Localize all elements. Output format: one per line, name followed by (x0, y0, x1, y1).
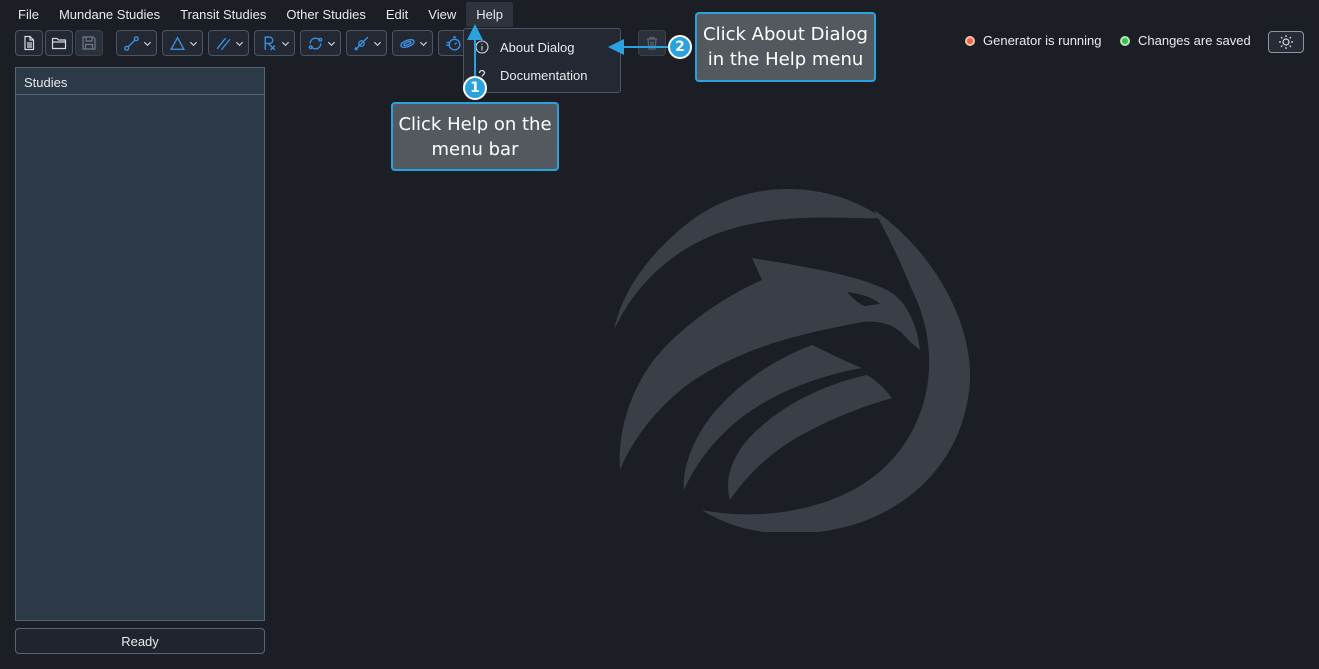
save-icon (82, 36, 96, 50)
step2-badge: 2 (668, 35, 692, 59)
open-folder-button[interactable] (45, 30, 73, 56)
about-dialog-label: About Dialog (500, 39, 575, 55)
menu-transit-studies[interactable]: Transit Studies (170, 2, 276, 27)
new-file-icon (24, 35, 35, 51)
chevron-down-icon (189, 41, 198, 46)
open-folder-icon (51, 37, 67, 50)
chevron-down-icon (143, 41, 152, 46)
status-bar: Ready (15, 628, 265, 654)
ring-icon (400, 38, 415, 48)
save-status-label: Changes are saved (1138, 33, 1251, 48)
triangle-dropdown[interactable] (162, 30, 203, 56)
step2-callout: Click About Dialog in the Help menu (695, 12, 876, 82)
step1-badge: 1 (463, 76, 487, 100)
parallel-lines-icon (216, 37, 231, 50)
chevron-down-icon (281, 41, 290, 46)
ring-dropdown[interactable] (392, 30, 433, 56)
retrograde-dropdown[interactable] (254, 30, 295, 56)
save-status-dot (1120, 35, 1130, 46)
menu-mundane-studies[interactable]: Mundane Studies (49, 2, 170, 27)
save-status: Changes are saved (1120, 33, 1251, 48)
cycle-icon (308, 37, 323, 49)
studies-header: Studies (16, 68, 264, 95)
eagle-logo-icon (614, 188, 971, 532)
menu-view[interactable]: View (418, 2, 466, 27)
trash-icon (647, 36, 657, 50)
step2-callout-text: Click About Dialog in the Help menu (703, 24, 868, 70)
cycle-dropdown[interactable] (300, 30, 341, 56)
info-icon (464, 40, 500, 54)
studies-panel: Studies (15, 67, 265, 621)
help-dropdown-menu: About Dialog Documentation (463, 28, 621, 93)
documentation-menu-item[interactable]: Documentation (464, 62, 620, 88)
chevron-down-icon (327, 41, 336, 46)
chevron-down-icon (373, 41, 382, 46)
planet-icon (354, 36, 369, 50)
sun-icon (1279, 35, 1293, 49)
step1-callout: Click Help on the menu bar (391, 102, 559, 171)
save-button[interactable] (75, 30, 103, 56)
about-dialog-menu-item[interactable]: About Dialog (464, 34, 620, 60)
planet-dropdown[interactable] (346, 30, 387, 56)
chevron-down-icon (235, 41, 244, 46)
step1-callout-text: Click Help on the menu bar (398, 113, 552, 160)
menu-help[interactable]: Help (466, 1, 513, 27)
generator-status-label: Generator is running (983, 33, 1102, 48)
parallel-dropdown[interactable] (208, 30, 249, 56)
menu-file[interactable]: File (8, 2, 49, 27)
aspects-dropdown[interactable] (116, 30, 157, 56)
generator-status-dot (965, 35, 975, 46)
new-file-button[interactable] (15, 30, 43, 56)
triangle-icon (169, 35, 186, 50)
menu-edit[interactable]: Edit (376, 2, 418, 27)
documentation-label: Documentation (500, 67, 588, 83)
menu-other-studies[interactable]: Other Studies (276, 2, 376, 27)
chevron-down-icon (419, 41, 428, 46)
prescription-icon (264, 35, 276, 50)
timer-icon (446, 35, 461, 51)
toolbar (15, 29, 479, 57)
generator-status: Generator is running (965, 33, 1102, 48)
aspect-link-icon (124, 35, 139, 51)
theme-toggle-button[interactable] (1268, 31, 1304, 53)
hidden-toolbar-button[interactable] (638, 30, 666, 56)
menu-bar: File Mundane Studies Transit Studies Oth… (0, 0, 513, 28)
